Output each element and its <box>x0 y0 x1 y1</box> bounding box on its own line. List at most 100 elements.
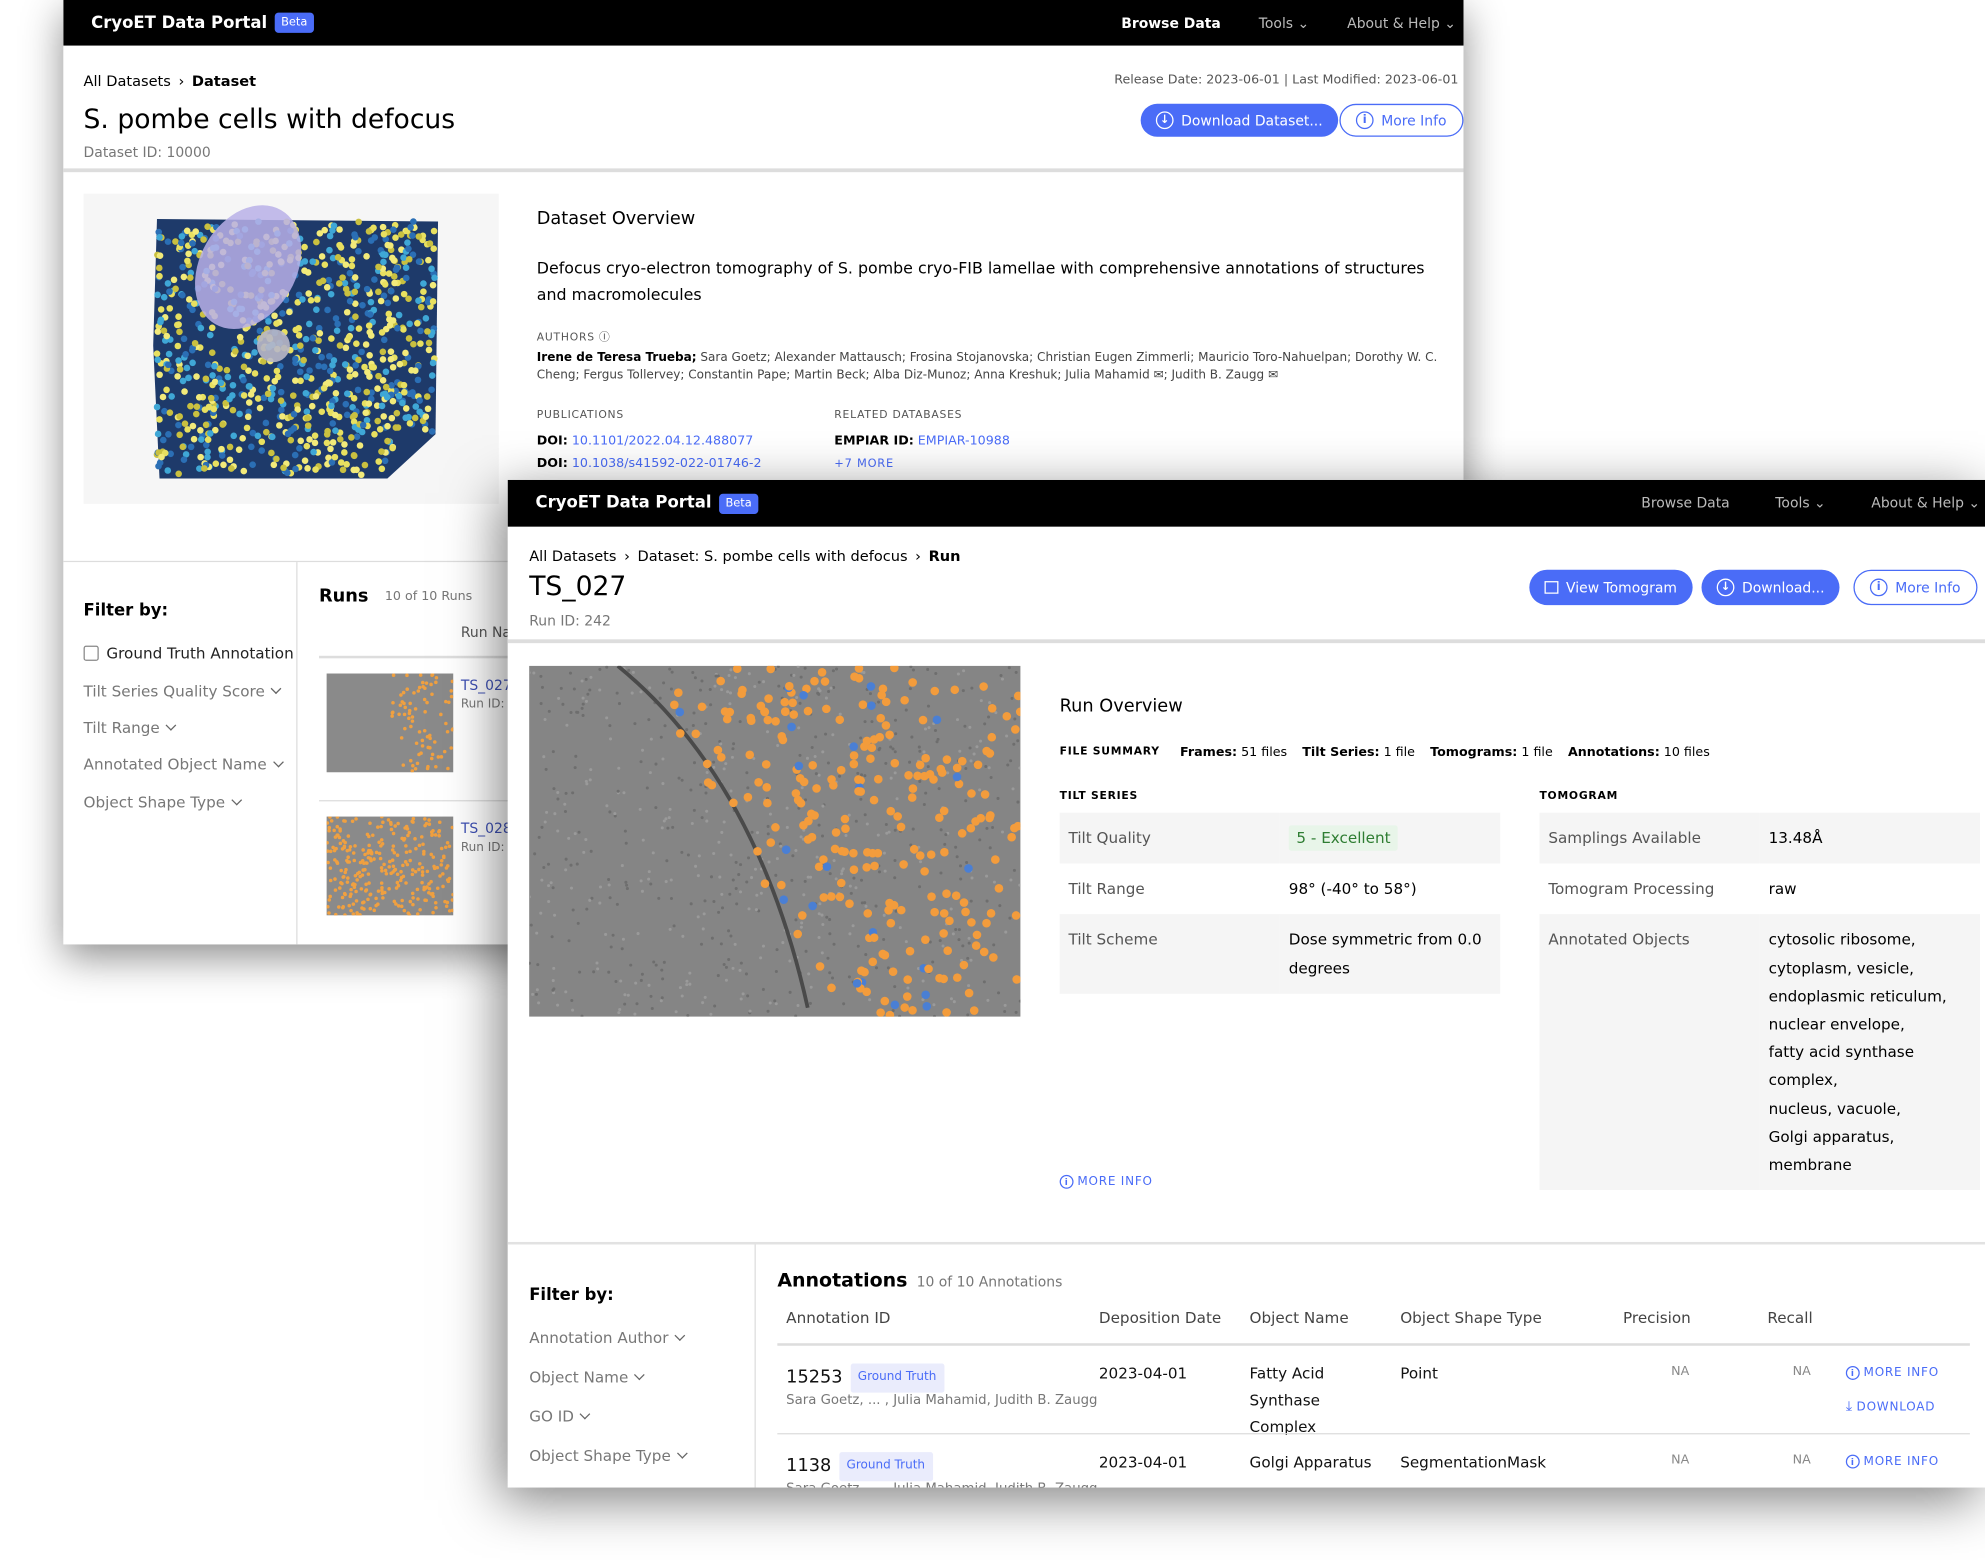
run-link[interactable]: TS_027 <box>461 676 512 695</box>
object-shape-type: SegmentationMask <box>1400 1453 1547 1472</box>
divider <box>777 1433 1970 1435</box>
filter-ground-truth[interactable]: Ground Truth Annotation <box>83 644 294 662</box>
frames-count: Frames: 51 files <box>1180 746 1287 760</box>
more-info-label: MORE INFO <box>1863 1454 1939 1469</box>
doi-label: DOI: <box>536 434 568 449</box>
brand-name: CryoET Data Portal <box>535 493 712 513</box>
filter-go-id[interactable]: GO ID <box>529 1408 591 1426</box>
more-databases-link[interactable]: +7 MORE <box>834 453 1010 476</box>
filter-tilt-quality[interactable]: Tilt Series Quality Score <box>84 682 282 700</box>
filter-shape-type[interactable]: Object Shape Type <box>529 1447 688 1465</box>
chevron-down-icon <box>165 720 177 731</box>
deposition-date: 2023-04-01 <box>1098 1364 1188 1383</box>
row-more-info-link[interactable]: i MORE INFO <box>1845 1366 1939 1380</box>
row-download-link[interactable]: ⤓ DOWNLOAD <box>1846 1398 1935 1416</box>
checkbox[interactable] <box>83 645 99 661</box>
breadcrumb: All Datasets › Dataset: S. pombe cells wit… <box>529 546 961 565</box>
divider <box>296 562 298 945</box>
run-thumbnail[interactable] <box>325 814 455 917</box>
nav-tools[interactable]: Tools ⌄ <box>1259 15 1309 31</box>
run-thumbnail-image <box>390 672 455 773</box>
filter-shape-type[interactable]: Object Shape Type <box>84 794 242 812</box>
top-nav: CryoET Data Portal Beta Browse Data Tools … <box>63 0 1464 46</box>
dataset-thumbnail <box>83 193 499 504</box>
beta-badge: Beta <box>719 493 759 514</box>
tomogram-preview[interactable] <box>527 663 1025 1020</box>
row-more-info-link[interactable]: i MORE INFO <box>1845 1454 1939 1469</box>
nav-tools[interactable]: Tools ⌄ <box>1775 495 1825 511</box>
filter-label: Annotation Author <box>529 1329 669 1348</box>
object-name: Fatty Acid Synthase Complex <box>1249 1364 1325 1436</box>
object-shape-type: Point <box>1400 1364 1438 1383</box>
breadcrumb-all-datasets[interactable]: All Datasets <box>84 72 171 90</box>
chevron-down-icon <box>676 1447 688 1459</box>
doi-link[interactable]: 10.1101/2022.04.12.488077 <box>572 434 753 448</box>
filter-tilt-range[interactable]: Tilt Range <box>83 719 177 737</box>
more-info-label: More Info <box>1895 579 1961 596</box>
annotations-count: 10 of 10 Annotations <box>916 1273 1063 1291</box>
dataset-id: Dataset ID: 10000 <box>83 144 211 161</box>
run-link[interactable]: TS_028 <box>461 819 512 838</box>
filter-object-name[interactable]: Annotated Object Name <box>84 756 284 774</box>
column-object-name[interactable]: Object Name <box>1250 1309 1349 1327</box>
view-tomogram-button[interactable]: View Tomogram <box>1529 569 1693 606</box>
more-info-button[interactable]: i More Info <box>1339 103 1463 137</box>
table-row: Tilt Range 98° (-40° to 58°) <box>1060 864 1501 915</box>
more-info-button[interactable]: i More Info <box>1853 569 1977 606</box>
breadcrumb: All Datasets › Dataset <box>83 72 257 90</box>
doi-label: DOI: <box>536 457 568 471</box>
filter-label: Tilt Range <box>83 719 160 737</box>
filter-title: Filter by: <box>83 601 169 621</box>
run-thumbnail[interactable] <box>326 672 455 773</box>
nav-browse-data[interactable]: Browse Data <box>1121 15 1221 31</box>
nav-about-help[interactable]: About & Help ⌄ <box>1347 15 1456 31</box>
divider <box>754 1244 756 1488</box>
overview-title: Run Overview <box>1059 696 1183 717</box>
column-recall[interactable]: Recall <box>1767 1309 1812 1327</box>
brand-logo[interactable]: CryoET Data Portal Beta <box>91 12 314 33</box>
nav-tools-label: Tools <box>1775 495 1810 512</box>
overview-title: Dataset Overview <box>536 208 696 230</box>
doi-link[interactable]: 10.1038/s41592-022-01746-2 <box>572 457 762 471</box>
deposition-date: 2023-04-01 <box>1098 1453 1188 1472</box>
beta-badge: Beta <box>274 12 314 33</box>
object-item: Golgi apparatus, membrane <box>1768 1127 1895 1174</box>
table-row: Annotated Objects cytosolic ribosome, cyt… <box>1539 914 1981 1191</box>
column-shape-type[interactable]: Object Shape Type <box>1400 1309 1542 1327</box>
info-icon: i <box>1355 111 1374 130</box>
file-summary: FILE SUMMARY Frames: 51 files Tilt Serie… <box>1060 746 1710 760</box>
more-info-link[interactable]: i MORE INFO <box>1059 1174 1153 1189</box>
related-databases: EMPIAR ID: EMPIAR-10988 +7 MORE <box>834 430 1010 476</box>
download-button[interactable]: ↓ Download... <box>1701 569 1840 606</box>
info-icon: i <box>1869 578 1888 597</box>
column-annotation-id[interactable]: Annotation ID <box>786 1309 890 1327</box>
nav-tools-label: Tools <box>1258 14 1294 32</box>
filter-annotation-author[interactable]: Annotation Author <box>529 1329 686 1348</box>
download-dataset-button[interactable]: ↓ Download Dataset... <box>1140 103 1338 137</box>
column-precision[interactable]: Precision <box>1623 1309 1691 1327</box>
recall-value: NA <box>1792 1364 1811 1379</box>
cell-visualization-image <box>153 205 439 479</box>
run-name-column: Run Na <box>460 624 511 641</box>
chevron-down-icon <box>272 756 284 768</box>
empiar-link[interactable]: EMPIAR-10988 <box>918 434 1010 448</box>
dataset-dates: Release Date: 2023-06-01 | Last Modified… <box>1114 73 1459 88</box>
more-info-label: MORE INFO <box>1863 1366 1939 1380</box>
breadcrumb-dataset[interactable]: Dataset: S. pombe cells with defocus <box>638 547 908 565</box>
summary-key: Tomograms: <box>1430 745 1518 760</box>
row-value: raw <box>1768 880 1797 898</box>
annotation-authors: Sara Goetz, ... , Julia Mahamid, Judith … <box>786 1477 1097 1487</box>
nav-about-help[interactable]: About & Help ⌄ <box>1871 495 1980 511</box>
chevron-down-icon <box>270 683 282 695</box>
column-deposition-date[interactable]: Deposition Date <box>1099 1309 1221 1327</box>
breadcrumb-all-datasets[interactable]: All Datasets <box>529 547 616 565</box>
row-value: 98° (-40° to 58°) <box>1288 880 1417 898</box>
brand-name: CryoET Data Portal <box>91 13 268 33</box>
nav-browse-data[interactable]: Browse Data <box>1641 495 1729 511</box>
divider <box>777 1343 1970 1346</box>
annotated-objects: cytosolic ribosome, cytoplasm, vesicle, en… <box>1759 914 1981 1191</box>
dataset-description: Defocus cryo-electron tomography of S. p… <box>536 258 1425 305</box>
brand-logo[interactable]: CryoET Data Portal Beta <box>535 493 759 514</box>
filter-object-name[interactable]: Object Name <box>529 1369 646 1386</box>
tomogram-image <box>527 663 1025 1020</box>
